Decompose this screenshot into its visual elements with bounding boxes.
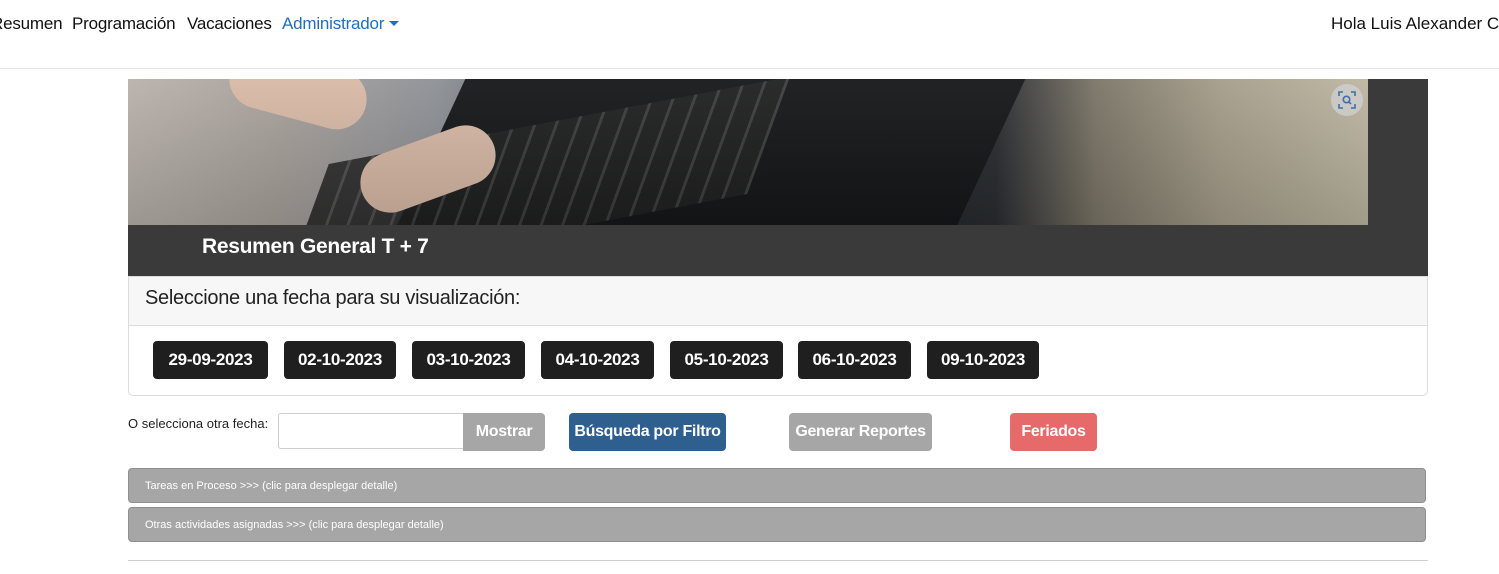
generate-reports-button[interactable]: Generar Reportes: [789, 413, 932, 451]
hero-image: [128, 79, 1368, 225]
date-button[interactable]: 09-10-2023: [927, 341, 1039, 379]
accordion-label: Otras actividades asignadas >>> (clic pa…: [145, 519, 444, 531]
other-date-label: O selecciona otra fecha:: [128, 416, 269, 431]
show-button[interactable]: Mostrar: [463, 413, 545, 451]
accordion-label: Tareas en Proceso >>> (clic para despleg…: [145, 480, 398, 492]
user-greeting[interactable]: Hola Luis Alexander Chi: [1331, 14, 1499, 34]
nav-link-vacaciones[interactable]: Vacaciones: [187, 14, 272, 34]
date-button[interactable]: 29-09-2023: [153, 341, 268, 379]
filter-search-button[interactable]: Búsqueda por Filtro: [569, 413, 726, 451]
date-button[interactable]: 06-10-2023: [798, 341, 911, 379]
date-button[interactable]: 02-10-2023: [284, 341, 396, 379]
card-title: Seleccione una fecha para su visualizaci…: [145, 287, 521, 309]
caret-down-icon: [389, 21, 400, 26]
date-button[interactable]: 05-10-2023: [670, 341, 783, 379]
image-zoom-button[interactable]: [1331, 84, 1363, 116]
page-title: Resumen General T + 7: [202, 235, 429, 258]
date-selection-card: Seleccione una fecha para su visualizaci…: [128, 276, 1428, 396]
zoom-icon: [1338, 91, 1356, 109]
top-navbar: Resumen Programación Vacaciones Administ…: [0, 0, 1499, 69]
accordion-tasks-in-progress[interactable]: Tareas en Proceso >>> (clic para despleg…: [128, 468, 1426, 503]
nav-admin-label: Administrador: [282, 14, 385, 33]
nav-link-resumen[interactable]: Resumen: [0, 14, 63, 34]
holidays-button[interactable]: Feriados: [1010, 413, 1097, 451]
divider: [128, 560, 1428, 561]
other-date-input[interactable]: [278, 413, 463, 449]
card-header: Seleccione una fecha para su visualizaci…: [129, 277, 1427, 326]
hero-banner: Resumen General T + 7: [128, 79, 1428, 276]
hero-shade: [128, 79, 1368, 225]
date-button[interactable]: 03-10-2023: [412, 341, 525, 379]
nav-link-programacion[interactable]: Programación: [72, 14, 176, 34]
nav-dropdown-administrador[interactable]: Administrador: [282, 14, 400, 34]
accordion-other-activities[interactable]: Otras actividades asignadas >>> (clic pa…: [128, 507, 1426, 542]
date-button[interactable]: 04-10-2023: [541, 341, 654, 379]
